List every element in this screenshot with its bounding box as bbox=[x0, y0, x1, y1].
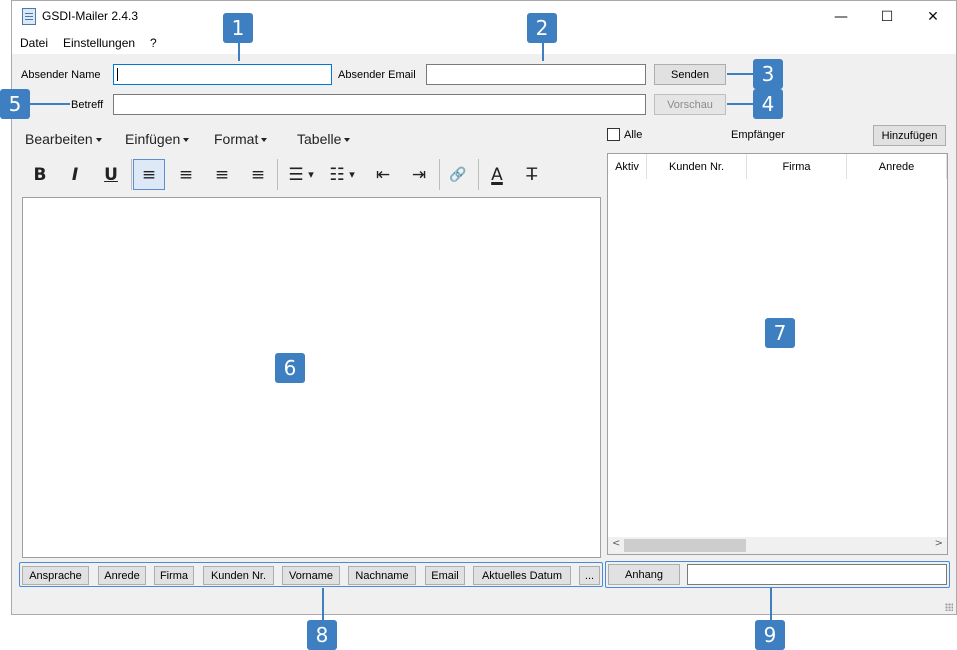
indent-icon[interactable]: ⇥ bbox=[403, 159, 435, 190]
toolbar-divider bbox=[131, 159, 132, 190]
recipients-grid[interactable]: Aktiv Kunden Nr. Firma Anrede < > bbox=[607, 153, 948, 555]
editor-menu-format[interactable]: Format bbox=[214, 131, 268, 147]
chevron-down-icon bbox=[344, 138, 351, 143]
numbered-list-dropdown-icon[interactable]: ▾ bbox=[345, 159, 359, 190]
callout-connector bbox=[30, 103, 70, 105]
callout-connector bbox=[238, 43, 240, 61]
scrollbar-thumb[interactable] bbox=[624, 539, 746, 552]
text-caret bbox=[117, 68, 118, 81]
align-center-icon[interactable]: ≡ bbox=[170, 159, 202, 190]
column-header-aktiv[interactable]: Aktiv bbox=[608, 154, 647, 179]
italic-icon[interactable]: I bbox=[59, 159, 91, 190]
column-header-kunden-nr[interactable]: Kunden Nr. bbox=[647, 154, 747, 179]
toolbar-divider bbox=[439, 159, 440, 190]
title-bar: GSDI-Mailer 2.4.3 — ☐ ✕ bbox=[12, 1, 956, 32]
chevron-down-icon bbox=[95, 138, 102, 143]
callout-6: 6 bbox=[275, 353, 305, 383]
callout-connector bbox=[770, 588, 772, 622]
preview-button[interactable]: Vorschau bbox=[654, 94, 726, 115]
horizontal-scrollbar[interactable]: < > bbox=[608, 537, 947, 554]
scroll-right-icon[interactable]: > bbox=[935, 538, 943, 549]
callout-1: 1 bbox=[223, 13, 253, 43]
email-body-editor[interactable] bbox=[22, 197, 601, 558]
toolbar-divider bbox=[478, 159, 479, 190]
placeholder-nachname[interactable]: Nachname bbox=[348, 566, 416, 585]
attachment-path-input[interactable] bbox=[687, 564, 947, 585]
callout-2: 2 bbox=[527, 13, 557, 43]
sender-name-label: Absender Name bbox=[21, 69, 101, 81]
underline-icon[interactable]: U bbox=[95, 159, 127, 190]
link-icon[interactable]: 🔗 bbox=[442, 159, 474, 190]
send-button[interactable]: Senden bbox=[654, 64, 726, 85]
chevron-down-icon bbox=[261, 138, 268, 143]
minimize-button[interactable]: — bbox=[818, 1, 864, 32]
callout-7: 7 bbox=[765, 318, 795, 348]
placeholder-anrede[interactable]: Anrede bbox=[98, 566, 146, 585]
callout-5: 5 bbox=[0, 89, 30, 119]
editor-menu-tabelle[interactable]: Tabelle bbox=[297, 131, 351, 147]
placeholder-firma[interactable]: Firma bbox=[154, 566, 194, 585]
column-header-anrede[interactable]: Anrede bbox=[847, 154, 947, 179]
placeholder-ansprache[interactable]: Ansprache bbox=[22, 566, 89, 585]
attachment-button[interactable]: Anhang bbox=[608, 564, 680, 585]
select-all-checkbox[interactable] bbox=[607, 128, 620, 141]
close-button[interactable]: ✕ bbox=[910, 1, 956, 32]
bullet-list-dropdown-icon[interactable]: ▾ bbox=[304, 159, 318, 190]
callout-3: 3 bbox=[753, 59, 783, 89]
menu-bar: Datei Einstellungen ? bbox=[12, 32, 956, 54]
align-left-icon[interactable]: ≡ bbox=[133, 159, 165, 190]
clear-format-icon[interactable]: T̶ bbox=[516, 159, 548, 190]
window-title: GSDI-Mailer 2.4.3 bbox=[42, 9, 139, 23]
chevron-down-icon bbox=[183, 138, 190, 143]
editor-menu-bearbeiten[interactable]: Bearbeiten bbox=[25, 131, 102, 147]
editor-menu-einfuegen[interactable]: Einfügen bbox=[125, 131, 190, 147]
callout-8: 8 bbox=[307, 620, 337, 650]
placeholder-kunden-nr[interactable]: Kunden Nr. bbox=[203, 566, 274, 585]
scroll-left-icon[interactable]: < bbox=[612, 538, 620, 549]
text-color-icon[interactable]: A bbox=[481, 159, 513, 190]
placeholder-email[interactable]: Email bbox=[425, 566, 465, 585]
maximize-button[interactable]: ☐ bbox=[864, 1, 910, 32]
callout-4: 4 bbox=[753, 89, 783, 119]
add-recipient-button[interactable]: Hinzufügen bbox=[873, 125, 946, 146]
sender-email-input[interactable] bbox=[426, 64, 646, 85]
callout-connector bbox=[322, 588, 324, 622]
app-window: GSDI-Mailer 2.4.3 — ☐ ✕ Datei Einstellun… bbox=[11, 0, 957, 615]
resize-grip-icon[interactable] bbox=[945, 603, 953, 611]
menu-help[interactable]: ? bbox=[150, 36, 157, 50]
toolbar-divider bbox=[277, 159, 278, 190]
sender-name-input[interactable] bbox=[113, 64, 332, 85]
placeholder-vorname[interactable]: Vorname bbox=[282, 566, 340, 585]
align-right-icon[interactable]: ≡ bbox=[206, 159, 238, 190]
callout-connector bbox=[727, 103, 753, 105]
callout-connector bbox=[727, 73, 753, 75]
column-header-firma[interactable]: Firma bbox=[747, 154, 847, 179]
subject-label: Betreff bbox=[71, 99, 104, 111]
callout-connector bbox=[542, 43, 544, 61]
menu-einstellungen[interactable]: Einstellungen bbox=[63, 36, 135, 50]
placeholder-aktuelles-datum[interactable]: Aktuelles Datum bbox=[473, 566, 571, 585]
sender-email-label: Absender Email bbox=[338, 69, 416, 81]
justify-icon[interactable]: ≡ bbox=[242, 159, 274, 190]
recipients-heading: Empfänger bbox=[731, 129, 785, 141]
more-placeholders-button[interactable]: ... bbox=[579, 566, 600, 585]
select-all-label: Alle bbox=[624, 129, 643, 141]
menu-datei[interactable]: Datei bbox=[20, 36, 48, 50]
callout-9: 9 bbox=[755, 620, 785, 650]
bold-icon[interactable]: B bbox=[24, 159, 56, 190]
app-icon bbox=[22, 8, 36, 25]
outdent-icon[interactable]: ⇤ bbox=[367, 159, 399, 190]
subject-input[interactable] bbox=[113, 94, 646, 115]
